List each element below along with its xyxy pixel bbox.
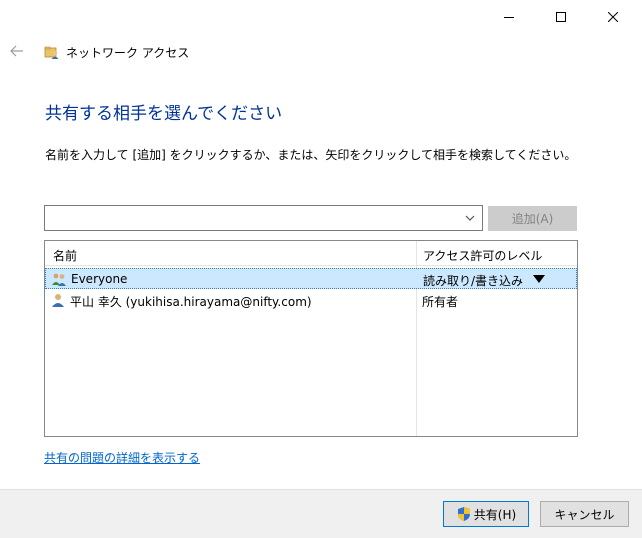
add-button[interactable]: 追加(A) [488,206,577,231]
page-heading: 共有する相手を選んでください [45,104,283,124]
header-divider [416,241,417,266]
cancel-button[interactable]: キャンセル [540,501,629,527]
window-title: ネットワーク アクセス [66,46,190,60]
share-button-label: 共有(H) [473,507,517,522]
chevron-down-icon [465,215,475,221]
close-icon [608,12,618,22]
user-icon [52,294,64,307]
maximize-button[interactable] [538,0,584,34]
network-access-dialog: ネットワーク アクセス 共有する相手を選んでください 名前を入力して [追加] … [0,0,642,538]
back-button[interactable] [6,40,28,62]
list-row-owner[interactable]: 平山 幸久 (yukihisa.hirayama@nifty.com) 所有者 [45,290,577,311]
row-permission: 所有者 [422,295,459,309]
sharing-list[interactable]: 名前 アクセス許可のレベル Everyone 読み取り/書き込み 平山 幸久 (… [44,240,578,437]
permission-dropdown-icon[interactable] [533,275,545,283]
close-button[interactable] [590,0,636,34]
maximize-icon [556,12,566,22]
row-user-name: Everyone [71,272,128,286]
row-user-name: 平山 幸久 (yukihisa.hirayama@nifty.com) [70,295,312,309]
sharing-details-link[interactable]: 共有の問題の詳細を表示する [44,449,200,466]
uac-shield-icon [457,507,470,521]
network-folder-icon [44,46,59,59]
column-header-name[interactable]: 名前 [53,247,77,264]
minimize-icon [504,17,514,18]
dropdown-button[interactable] [460,206,480,230]
group-icon [52,273,66,286]
list-header: 名前 アクセス許可のレベル [45,241,577,266]
share-button[interactable]: 共有(H) [443,501,529,527]
list-row-everyone[interactable]: Everyone 読み取り/書き込み [45,268,577,289]
user-picker-combo[interactable] [44,205,483,231]
minimize-button[interactable] [486,0,532,34]
column-header-permission[interactable]: アクセス許可のレベル [423,247,542,264]
back-arrow-icon [10,45,23,57]
user-name-input[interactable] [45,206,455,230]
row-permission[interactable]: 読み取り/書き込み [423,272,523,289]
instruction-text: 名前を入力して [追加] をクリックするか、または、矢印をクリックして相手を検索… [45,148,577,162]
